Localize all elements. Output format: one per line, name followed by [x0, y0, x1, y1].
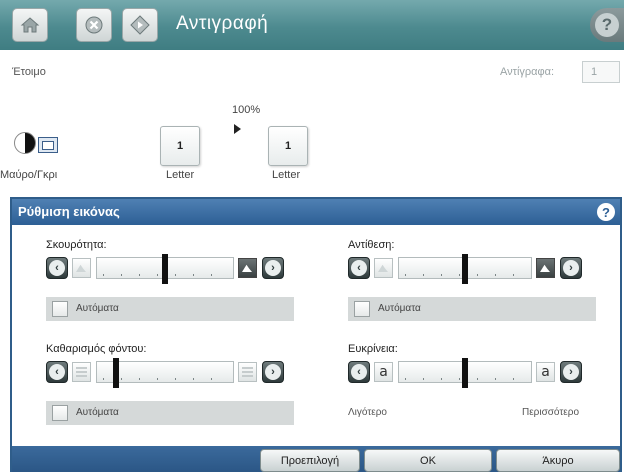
help-button[interactable]: ? [590, 8, 624, 42]
chevron-left-icon: ‹ [49, 260, 65, 276]
chevron-right-icon: › [265, 364, 281, 380]
dialog-header: Ρύθμιση εικόνας ? [12, 199, 620, 225]
start-icon [130, 15, 150, 35]
sharpness-increase-button[interactable]: › [560, 361, 582, 383]
background-auto-row[interactable]: Αυτόματα [46, 401, 294, 425]
source-pages-button[interactable]: 1 [160, 126, 200, 166]
low-contrast-icon [374, 258, 393, 278]
start-button[interactable] [122, 8, 158, 42]
sharpness-label: Ευκρίνεια: [348, 343, 398, 355]
chevron-right-icon: › [265, 260, 281, 276]
background-auto-label: Αυτόματα [76, 407, 119, 418]
chevron-right-icon: › [563, 260, 579, 276]
zoom-arrow-icon [234, 124, 241, 134]
sharp-letter-icon: a [536, 362, 555, 382]
contrast-decrease-button[interactable]: ‹ [348, 257, 370, 279]
contrast-auto-checkbox[interactable] [354, 301, 370, 317]
dialog-body: Σκουρότητα: ‹ › Αυτόματα Αντίθεση: ‹ › Α… [12, 225, 620, 446]
status-text: Έτοιμο [12, 66, 46, 78]
zoom-label: 100% [232, 104, 261, 116]
background-light-icon [72, 362, 91, 382]
soft-letter-icon: a [374, 362, 393, 382]
dialog-title: Ρύθμιση εικόνας [18, 204, 120, 219]
chevron-right-icon: › [563, 364, 579, 380]
contrast-label: Αντίθεση: [348, 239, 395, 251]
contrast-slider-thumb[interactable] [462, 254, 468, 284]
home-icon [20, 17, 40, 33]
slider-ticks [103, 378, 227, 380]
default-button[interactable]: Προεπιλογή [260, 449, 360, 472]
ok-button[interactable]: OK [364, 449, 492, 472]
sharpness-slider[interactable] [398, 358, 532, 388]
contrast-auto-row[interactable]: Αυτόματα [348, 297, 596, 321]
page-title: Αντιγραφή [176, 13, 269, 34]
source-size-label: Letter [166, 169, 195, 181]
darkness-auto-label: Αυτόματα [76, 303, 119, 314]
darkness-slider[interactable] [96, 254, 234, 284]
dialog-help-button[interactable]: ? [597, 203, 615, 221]
contrast-slider[interactable] [398, 254, 532, 284]
output-size-label: Letter [272, 169, 301, 181]
color-mode-icon[interactable] [14, 132, 36, 154]
contrast-auto-label: Αυτόματα [378, 303, 421, 314]
stop-button[interactable] [76, 8, 112, 42]
darkness-decrease-button[interactable]: ‹ [46, 257, 68, 279]
high-contrast-icon [536, 258, 555, 278]
chevron-left-icon: ‹ [49, 364, 65, 380]
document-icon[interactable] [38, 137, 58, 153]
background-cleanup-slider[interactable] [96, 358, 234, 388]
title-bar: Αντιγραφή ? [0, 0, 624, 50]
background-auto-checkbox[interactable] [52, 405, 68, 421]
output-pages-button[interactable]: 1 [268, 126, 308, 166]
sharpness-max-label: Περισσότερο [522, 407, 580, 418]
background-cleanup-label: Καθαρισμός φόντου: [46, 343, 147, 355]
color-mode-label: Μαύρο/Γκρι [0, 169, 58, 181]
stop-icon [85, 16, 103, 34]
darkness-increase-button[interactable]: › [262, 257, 284, 279]
darkness-slider-thumb[interactable] [162, 254, 168, 284]
copies-field[interactable]: 1 [582, 61, 620, 83]
chevron-left-icon: ‹ [351, 364, 367, 380]
contrast-increase-button[interactable]: › [560, 257, 582, 279]
background-dark-icon [238, 362, 257, 382]
dialog-footer: Προεπιλογή OK Άκυρο [12, 446, 620, 472]
chevron-left-icon: ‹ [351, 260, 367, 276]
help-icon: ? [595, 13, 619, 37]
cancel-button[interactable]: Άκυρο [496, 449, 620, 472]
help-icon: ? [602, 204, 610, 220]
darker-icon [238, 258, 257, 278]
background-slider-thumb[interactable] [113, 358, 119, 388]
darkness-auto-checkbox[interactable] [52, 301, 68, 317]
sharpness-slider-thumb[interactable] [462, 358, 468, 388]
image-adjustment-dialog: Ρύθμιση εικόνας ? Σκουρότητα: ‹ › Αυτόμα… [10, 197, 622, 472]
background-increase-button[interactable]: › [262, 361, 284, 383]
background-decrease-button[interactable]: ‹ [46, 361, 68, 383]
sharpness-min-label: Λιγότερο [348, 407, 387, 418]
copies-label: Αντίγραφα: [500, 66, 555, 78]
lighter-icon [72, 258, 91, 278]
home-button[interactable] [12, 8, 48, 42]
sharpness-decrease-button[interactable]: ‹ [348, 361, 370, 383]
darkness-auto-row[interactable]: Αυτόματα [46, 297, 294, 321]
darkness-label: Σκουρότητα: [46, 239, 107, 251]
